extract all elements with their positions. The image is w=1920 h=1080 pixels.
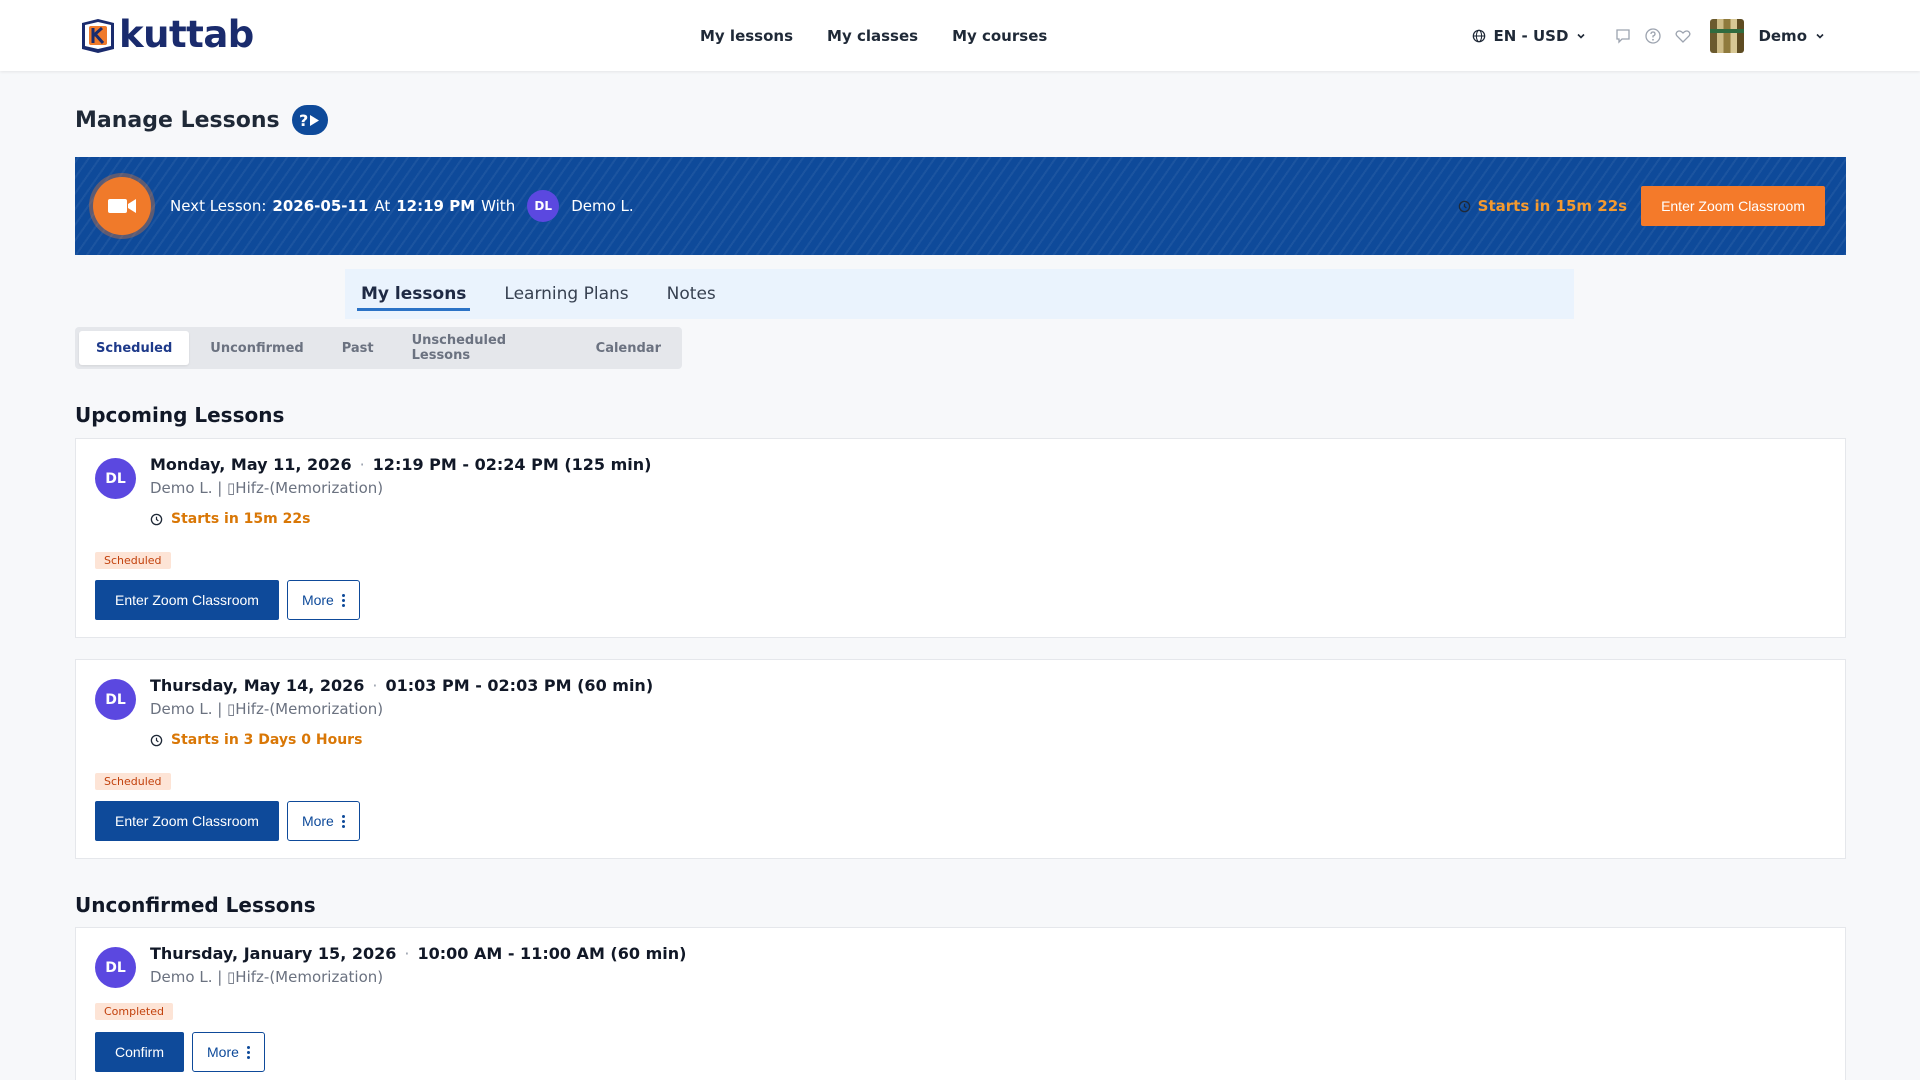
- chevron-down-icon: [1816, 33, 1824, 39]
- teacher-avatar: DL: [95, 679, 136, 720]
- countdown-text: Starts in 3 Days 0 Hours: [171, 732, 363, 748]
- next-lesson-prefix: Next Lesson:: [170, 197, 267, 215]
- clock-icon: [150, 734, 163, 746]
- next-lesson-at: At: [374, 197, 391, 215]
- lesson-tabs: My lessons Learning Plans Notes: [345, 269, 1574, 319]
- question-icon: ?: [298, 110, 309, 130]
- clock-icon: [1458, 200, 1470, 212]
- lang-label: EN - USD: [1493, 26, 1569, 45]
- status-badge: Scheduled: [95, 773, 171, 790]
- lesson-date: Thursday, January 15, 2026: [150, 944, 397, 963]
- separator-dot: ·: [404, 944, 410, 963]
- play-icon: [310, 114, 320, 126]
- globe-icon: [1472, 29, 1485, 42]
- teacher-avatar: DL: [95, 458, 136, 499]
- chat-icon[interactable]: [1614, 27, 1632, 45]
- nav-my-courses[interactable]: My courses: [952, 27, 1047, 45]
- more-label: More: [301, 813, 334, 829]
- help-video-button[interactable]: ?: [291, 105, 328, 135]
- segment-past[interactable]: Past: [325, 331, 391, 365]
- segment-calendar[interactable]: Calendar: [579, 331, 678, 365]
- segment-unconfirmed[interactable]: Unconfirmed: [193, 331, 320, 365]
- next-lesson-with: With: [481, 197, 516, 215]
- lesson-time: 10:00 AM - 11:00 AM (60 min): [417, 944, 687, 963]
- separator-dot: ·: [359, 455, 365, 474]
- more-button[interactable]: More: [192, 1032, 265, 1072]
- enter-zoom-classroom-button[interactable]: Enter Zoom Classroom: [95, 801, 279, 841]
- countdown-text: Starts in 15m 22s: [171, 511, 311, 527]
- countdown: Starts in 15m 22s: [1458, 197, 1627, 215]
- nav-my-classes[interactable]: My classes: [827, 27, 918, 45]
- segment-unscheduled-lessons[interactable]: Unscheduled Lessons: [395, 331, 575, 365]
- status-badge: Scheduled: [95, 552, 171, 569]
- page-title: Manage Lessons: [75, 107, 280, 133]
- language-currency-selector[interactable]: EN - USD: [1472, 27, 1587, 45]
- kebab-menu-icon: [341, 593, 345, 607]
- more-button[interactable]: More: [286, 580, 360, 620]
- header-right: EN - USD Demo: [1472, 0, 1825, 71]
- tab-notes[interactable]: Notes: [663, 269, 720, 319]
- teacher-avatar: DL: [95, 947, 136, 988]
- enter-zoom-classroom-button[interactable]: Enter Zoom Classroom: [95, 580, 279, 620]
- clock-icon: [150, 513, 163, 525]
- user-menu[interactable]: Demo: [1758, 27, 1825, 45]
- next-lesson-banner: Next Lesson: 2026-05-11 At 12:19 PM With…: [75, 157, 1846, 255]
- tab-my-lessons[interactable]: My lessons: [357, 269, 471, 319]
- next-lesson-info: Next Lesson: 2026-05-11 At 12:19 PM With…: [170, 157, 634, 255]
- lesson-subtitle: Demo L. | ▯Hifz-(Memorization): [150, 700, 384, 718]
- teacher-avatar: DL: [527, 190, 560, 222]
- next-lesson-time: 12:19 PM: [396, 197, 476, 215]
- kuttab-logo[interactable]: kuttab: [78, 14, 254, 56]
- next-lesson-date: 2026-05-11: [272, 197, 369, 215]
- lesson-card: DL Monday, May 11, 2026 · 12:19 PM - 02:…: [75, 438, 1846, 638]
- lesson-countdown: Starts in 15m 22s: [150, 511, 310, 527]
- lesson-subtitle: Demo L. | ▯Hifz-(Memorization): [150, 968, 384, 986]
- heart-icon[interactable]: [1674, 27, 1692, 45]
- top-navbar: kuttab My lessons My classes My courses …: [0, 0, 1920, 71]
- status-badge: Completed: [95, 1003, 173, 1020]
- separator-dot: ·: [372, 676, 378, 695]
- main-nav: My lessons My classes My courses: [700, 0, 1047, 71]
- segment-scheduled[interactable]: Scheduled: [79, 331, 190, 365]
- tab-learning-plans[interactable]: Learning Plans: [500, 269, 632, 319]
- nav-my-lessons[interactable]: My lessons: [700, 27, 793, 45]
- lesson-time: 12:19 PM - 02:24 PM (125 min): [372, 455, 652, 474]
- unconfirmed-lessons-heading: Unconfirmed Lessons: [75, 893, 316, 917]
- help-icon[interactable]: [1644, 27, 1662, 45]
- kebab-menu-icon: [341, 814, 345, 828]
- lesson-filter-segments: Scheduled Unconfirmed Past Unscheduled L…: [75, 327, 682, 369]
- more-label: More: [301, 592, 334, 608]
- teacher-name: Demo L.: [571, 197, 634, 215]
- confirm-button[interactable]: Confirm: [95, 1032, 185, 1072]
- lesson-datetime: Thursday, January 15, 2026 · 10:00 AM - …: [150, 944, 686, 963]
- user-name: Demo: [1758, 26, 1807, 45]
- lesson-subtitle: Demo L. | ▯Hifz-(Memorization): [150, 479, 384, 497]
- user-avatar[interactable]: [1710, 18, 1745, 53]
- enter-zoom-classroom-button[interactable]: Enter Zoom Classroom: [1641, 186, 1825, 226]
- more-label: More: [207, 1044, 239, 1060]
- video-camera-icon: [93, 177, 151, 235]
- more-button[interactable]: More: [286, 801, 360, 841]
- lesson-datetime: Monday, May 11, 2026 · 12:19 PM - 02:24 …: [150, 455, 651, 474]
- lesson-date: Thursday, May 14, 2026: [150, 676, 365, 695]
- chevron-down-icon: [1577, 33, 1586, 39]
- lesson-countdown: Starts in 3 Days 0 Hours: [150, 732, 362, 748]
- banner-actions: Starts in 15m 22s Enter Zoom Classroom: [1458, 157, 1825, 255]
- logo-book-icon: [78, 15, 118, 55]
- kebab-menu-icon: [246, 1045, 250, 1059]
- logo-text: kuttab: [119, 13, 254, 56]
- lesson-date: Monday, May 11, 2026: [150, 455, 352, 474]
- lesson-card: DL Thursday, January 15, 2026 · 10:00 AM…: [75, 927, 1846, 1080]
- lesson-datetime: Thursday, May 14, 2026 · 01:03 PM - 02:0…: [150, 676, 653, 695]
- lesson-card: DL Thursday, May 14, 2026 · 01:03 PM - 0…: [75, 659, 1846, 859]
- countdown-text: Starts in 15m 22s: [1477, 197, 1628, 215]
- upcoming-lessons-heading: Upcoming Lessons: [75, 403, 285, 427]
- lesson-time: 01:03 PM - 02:03 PM (60 min): [385, 676, 654, 695]
- page-title-row: Manage Lessons ?: [75, 105, 328, 135]
